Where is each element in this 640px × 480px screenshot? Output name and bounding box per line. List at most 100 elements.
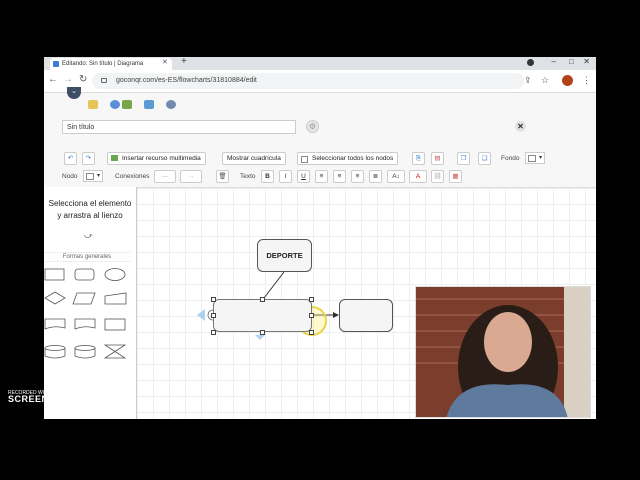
shape-ellipse[interactable] — [104, 268, 126, 281]
chevron-down-icon: ▾ — [96, 173, 100, 179]
shape-collate[interactable] — [103, 344, 127, 359]
account-icon[interactable] — [527, 59, 534, 66]
tab-close-icon[interactable]: ✕ — [162, 58, 168, 66]
gear-icon[interactable]: ⚙ — [306, 120, 319, 133]
reload-icon[interactable]: ↻ — [79, 74, 87, 85]
resize-handle[interactable] — [260, 297, 265, 302]
shape-manual-input[interactable] — [104, 292, 127, 305]
media-icon — [111, 155, 118, 161]
shape-database-top — [44, 345, 66, 351]
share-icon[interactable]: ⇪ — [524, 75, 532, 86]
url-field[interactable]: goconqr.com/es-ES/flowcharts/31810884/ed… — [92, 73, 524, 89]
select-all-label: Seleccionar todos los nodos — [312, 155, 394, 162]
close-icon[interactable]: ✕ — [515, 121, 526, 132]
bold-button[interactable]: B — [261, 170, 274, 183]
webcam-picture — [416, 287, 590, 417]
tab-title: Editando: Sin título | Diagrama — [62, 61, 144, 67]
star-icon[interactable]: ☆ — [541, 75, 549, 86]
drop-arrow-left-icon — [197, 309, 205, 321]
address-bar: ← → ↻ goconqr.com/es-ES/flowcharts/31810… — [44, 70, 596, 93]
instruction-line-2: y arrastra al lienzo — [57, 211, 123, 220]
checkbox-icon — [301, 156, 308, 163]
node-deporte[interactable]: DEPORTE — [257, 239, 312, 272]
color-swatch — [86, 173, 94, 180]
node-selected[interactable] — [213, 299, 312, 332]
tab-bar: Editando: Sin título | Diagrama ✕ + – □ … — [44, 57, 596, 70]
color-swatch — [528, 155, 536, 162]
chevron-down-icon: ▾ — [538, 155, 542, 161]
resize-handle[interactable] — [309, 330, 314, 335]
resize-handle[interactable] — [260, 330, 265, 335]
copy-icon[interactable]: ⎘ — [412, 152, 425, 165]
text-color-icon[interactable]: A — [409, 170, 427, 183]
undo-icon[interactable]: ↶ — [64, 152, 77, 165]
show-grid-label: Mostrar cuadrícula — [227, 155, 281, 162]
url-text: goconqr.com/es-ES/flowcharts/31810884/ed… — [116, 77, 257, 84]
window-close-icon[interactable]: ✕ — [583, 57, 590, 66]
background-color-select[interactable]: ▾ — [525, 152, 545, 164]
shape-rounded-rectangle[interactable] — [74, 268, 95, 281]
shape-parallelogram[interactable] — [72, 292, 96, 305]
connection-arrow-select[interactable]: → — [180, 170, 202, 183]
search-icon[interactable] — [166, 100, 176, 109]
resize-handle[interactable] — [211, 313, 216, 318]
align-left-icon[interactable]: ≡ — [315, 170, 328, 183]
forward-icon[interactable]: → — [63, 74, 73, 85]
align-center-icon[interactable]: ≡ — [333, 170, 346, 183]
resize-handle[interactable] — [211, 330, 216, 335]
shape-document[interactable] — [44, 318, 66, 330]
paste-icon[interactable]: ▤ — [431, 152, 444, 165]
diagram-title-input[interactable]: Sin título — [62, 120, 296, 134]
app-header: ⌄ — [44, 87, 596, 115]
font-size-select[interactable]: A↕ — [387, 170, 405, 183]
webcam-overlay — [415, 286, 591, 418]
browser-tab[interactable]: Editando: Sin título | Diagrama — [50, 58, 172, 70]
resize-handle[interactable] — [309, 313, 314, 318]
share-users-icon[interactable] — [122, 100, 132, 109]
back-icon[interactable]: ← — [48, 74, 58, 85]
connection-style-select[interactable]: — — [154, 170, 176, 183]
image-icon[interactable] — [144, 100, 154, 109]
toolbar: ↶ ↷ Insertar recurso multimedia Mostrar … — [44, 145, 596, 188]
maximize-icon[interactable]: □ — [569, 57, 574, 66]
shape-rectangle[interactable] — [44, 268, 65, 281]
align-right-icon[interactable]: ≡ — [351, 170, 364, 183]
user-icon[interactable] — [110, 100, 120, 109]
show-grid-button[interactable]: Mostrar cuadrícula — [222, 152, 286, 165]
select-all-button[interactable]: Seleccionar todos los nodos — [297, 152, 399, 165]
collapse-icon[interactable]: ⌄ — [67, 87, 81, 99]
shapes-sidebar: Selecciona el elemento y arrastra al lie… — [44, 187, 137, 419]
node-color-select[interactable]: ▾ — [83, 170, 103, 182]
avatar[interactable] — [562, 75, 573, 86]
shape-process[interactable] — [104, 318, 126, 331]
menu-icon[interactable]: ⋮ — [582, 75, 591, 86]
drop-arrow-bottom-icon — [255, 335, 265, 340]
shape-diamond[interactable] — [44, 291, 66, 305]
bring-front-icon[interactable]: ❐ — [457, 152, 470, 165]
trash-icon[interactable]: 🗑 — [216, 170, 229, 183]
connector-deporte[interactable] — [263, 271, 285, 299]
instruction-line-1: Selecciona el elemento — [48, 199, 132, 208]
align-justify-icon[interactable]: ≣ — [369, 170, 382, 183]
shapes-section-title: Formas generales — [44, 252, 130, 262]
folder-icon[interactable] — [88, 100, 98, 109]
insert-media-button[interactable]: Insertar recurso multimedia — [107, 152, 206, 165]
clear-format-icon[interactable]: ▦ — [449, 170, 462, 183]
shape-multi-document[interactable] — [74, 318, 96, 330]
node-right[interactable] — [339, 299, 393, 332]
texto-label: Texto — [240, 173, 256, 180]
minimize-icon[interactable]: – — [552, 57, 556, 66]
new-tab-icon[interactable]: + — [181, 57, 187, 67]
sidebar-instruction: Selecciona el elemento y arrastra al lie… — [44, 198, 136, 222]
redo-icon[interactable]: ↷ — [82, 152, 95, 165]
recorder-line-3: MATIC — [89, 394, 120, 404]
favicon-icon — [53, 61, 59, 67]
nodo-label: Nodo — [62, 173, 78, 180]
resize-handle[interactable] — [309, 297, 314, 302]
italic-button[interactable]: I — [279, 170, 292, 183]
send-back-icon[interactable]: ❏ — [478, 152, 491, 165]
drag-arrow-icon: ⤻ — [84, 231, 93, 240]
resize-handle[interactable] — [211, 297, 216, 302]
underline-button[interactable]: U — [297, 170, 310, 183]
link-icon[interactable]: ⛓ — [431, 170, 444, 183]
